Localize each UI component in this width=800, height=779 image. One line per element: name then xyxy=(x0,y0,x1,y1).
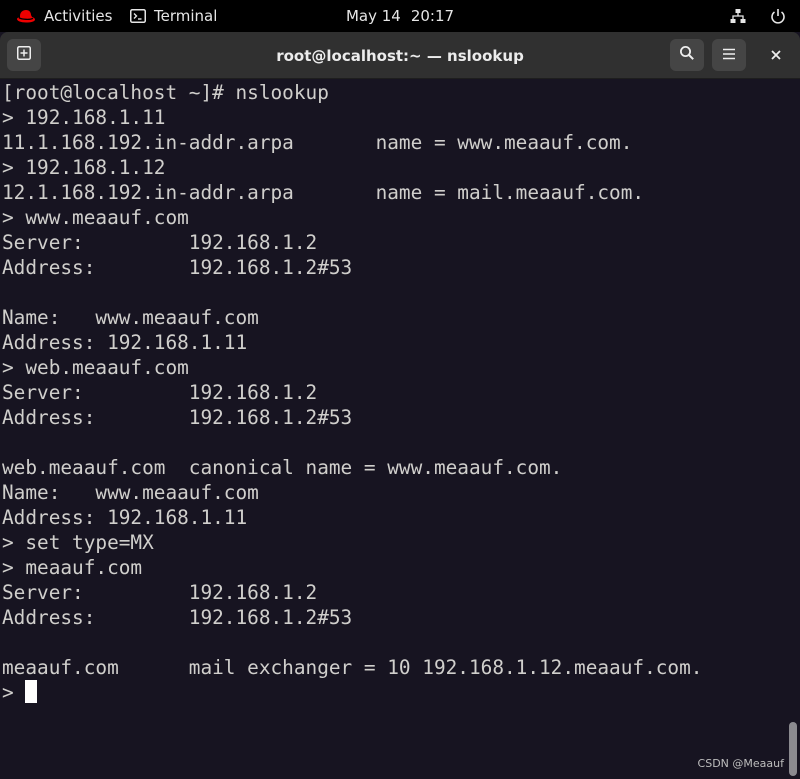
terminal-scrollbar[interactable] xyxy=(789,722,797,776)
terminal-line: 11.1.168.192.in-addr.arpa name = www.mea… xyxy=(2,131,633,154)
redhat-logo-icon xyxy=(16,9,36,23)
power-icon[interactable] xyxy=(770,8,786,24)
network-icon[interactable] xyxy=(730,8,746,24)
clock-date[interactable]: May 14 xyxy=(346,7,401,25)
clock-time[interactable]: 20:17 xyxy=(411,7,454,25)
terminal-view[interactable]: [root@localhost ~]# nslookup > 192.168.1.… xyxy=(0,79,800,779)
terminal-icon xyxy=(130,9,146,23)
terminal-line: Server: 192.168.1.2 xyxy=(2,231,318,254)
new-tab-icon xyxy=(16,45,32,65)
close-button[interactable] xyxy=(759,39,793,71)
terminal-line: Address: 192.168.1.11 xyxy=(2,506,248,529)
terminal-line: Address: 192.168.1.2#53 xyxy=(2,406,353,429)
system-tray xyxy=(730,0,786,32)
app-menu-label: Terminal xyxy=(154,7,218,25)
terminal-line: Server: 192.168.1.2 xyxy=(2,381,318,404)
activities-label: Activities xyxy=(44,7,113,25)
menu-icon xyxy=(722,46,736,65)
terminal-line: Name: www.meaauf.com xyxy=(2,306,259,329)
terminal-line: meaauf.com mail exchanger = 10 192.168.1… xyxy=(2,656,703,679)
terminal-line: Address: 192.168.1.2#53 xyxy=(2,606,353,629)
menu-button[interactable] xyxy=(712,39,746,71)
terminal-output: [root@localhost ~]# nslookup > 192.168.1.… xyxy=(2,80,702,705)
gnome-top-bar: Activities Terminal May 14 20:17 xyxy=(0,0,800,32)
close-icon xyxy=(770,46,782,65)
terminal-line: > 192.168.1.12 xyxy=(2,156,166,179)
terminal-line: > set type=MX xyxy=(2,531,154,554)
terminal-line: Address: 192.168.1.11 xyxy=(2,331,248,354)
terminal-line: Server: 192.168.1.2 xyxy=(2,581,318,604)
terminal-prompt: > xyxy=(2,681,26,704)
new-tab-button[interactable] xyxy=(7,39,41,71)
app-menu-terminal[interactable]: Terminal xyxy=(130,0,217,32)
window-header-bar: root@localhost:~ — nslookup xyxy=(0,32,800,79)
text-cursor xyxy=(25,680,38,703)
terminal-line: 12.1.168.192.in-addr.arpa name = mail.me… xyxy=(2,181,645,204)
activities-button[interactable]: Activities xyxy=(0,0,130,32)
search-button[interactable] xyxy=(670,39,704,71)
terminal-line: > www.meaauf.com xyxy=(2,206,189,229)
terminal-line: Address: 192.168.1.2#53 xyxy=(2,256,353,279)
terminal-line: Name: www.meaauf.com xyxy=(2,481,259,504)
watermark: CSDN @Meaauf xyxy=(697,757,784,770)
terminal-line: [root@localhost ~]# nslookup xyxy=(2,81,329,104)
terminal-prompt-line: > xyxy=(2,680,702,705)
terminal-line: > meaauf.com xyxy=(2,556,143,579)
search-icon xyxy=(679,45,695,65)
terminal-line: > web.meaauf.com xyxy=(2,356,189,379)
terminal-line: web.meaauf.com canonical name = www.meaa… xyxy=(2,456,563,479)
terminal-line: > 192.168.1.11 xyxy=(2,106,166,129)
